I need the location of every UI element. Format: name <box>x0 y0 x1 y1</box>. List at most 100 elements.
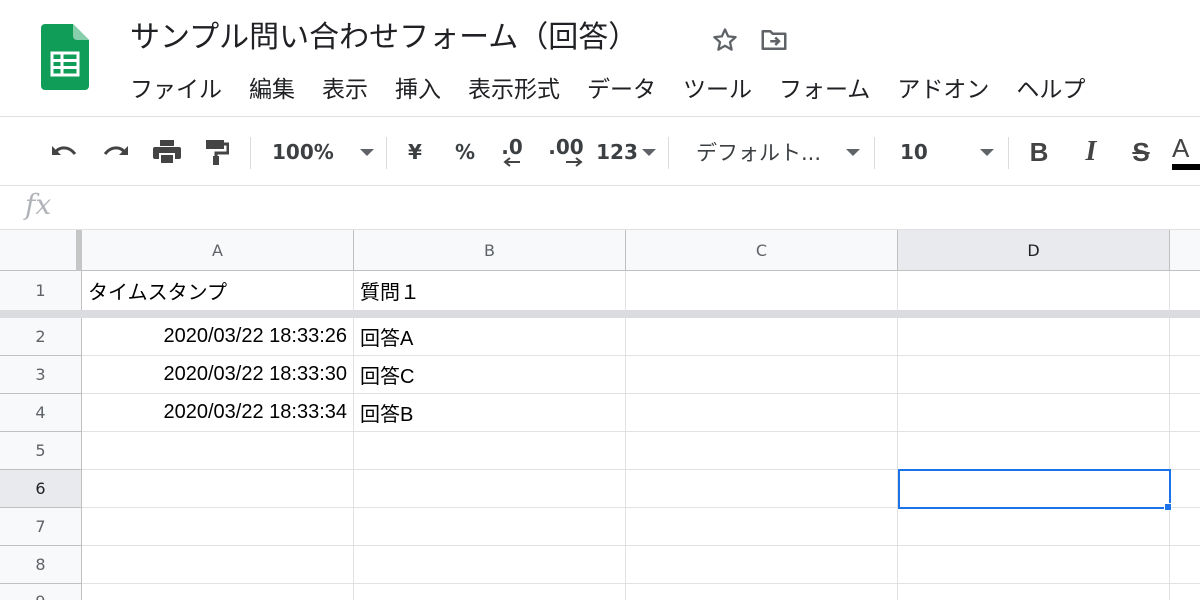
cell-e6[interactable] <box>1170 470 1200 508</box>
cell-e5[interactable] <box>1170 432 1200 470</box>
cell-b8[interactable] <box>354 546 626 584</box>
currency-button[interactable]: ¥ <box>400 117 430 187</box>
text-color-button[interactable]: A <box>1172 117 1200 187</box>
column-header-d[interactable]: D <box>898 230 1170 271</box>
select-all-corner[interactable] <box>0 230 82 271</box>
cell-d3[interactable] <box>898 356 1170 394</box>
menu-view[interactable]: 表示 <box>322 72 368 108</box>
cell-c4[interactable] <box>626 394 898 432</box>
column-header-a[interactable]: A <box>82 230 354 271</box>
strikethrough-button[interactable]: S <box>1126 117 1156 187</box>
decrease-decimal-button[interactable]: .0 <box>494 117 530 187</box>
cell-a7[interactable] <box>82 508 354 546</box>
cell-b3[interactable]: 回答C <box>354 356 626 394</box>
menu-form[interactable]: フォーム <box>779 72 870 108</box>
cell-d8[interactable] <box>898 546 1170 584</box>
increase-decimal-button[interactable]: .00 <box>546 117 586 187</box>
cell-e3[interactable] <box>1170 356 1200 394</box>
cell-a5[interactable] <box>82 432 354 470</box>
move-folder-icon[interactable] <box>758 25 790 55</box>
cell-e2[interactable] <box>1170 318 1200 356</box>
row-header-3[interactable]: 3 <box>0 356 82 394</box>
chevron-down-icon <box>980 148 994 156</box>
row-header-2[interactable]: 2 <box>0 318 82 356</box>
font-size-select[interactable]: 10 <box>900 117 994 187</box>
document-title[interactable]: サンプル問い合わせフォーム（回答） <box>130 16 638 60</box>
cell-c5[interactable] <box>626 432 898 470</box>
cell-d4[interactable] <box>898 394 1170 432</box>
cell-c2[interactable] <box>626 318 898 356</box>
fx-icon: fx <box>25 188 52 221</box>
undo-icon[interactable] <box>46 117 82 187</box>
menu-tools[interactable]: ツール <box>683 72 752 108</box>
cell-d1[interactable] <box>898 271 1170 311</box>
column-header-c[interactable]: C <box>626 230 898 271</box>
print-icon[interactable] <box>150 117 184 187</box>
column-header-e[interactable] <box>1170 230 1200 271</box>
row-header-7[interactable]: 7 <box>0 508 82 546</box>
menu-format[interactable]: 表示形式 <box>468 72 560 108</box>
column-header-b[interactable]: B <box>354 230 626 271</box>
bold-button[interactable]: B <box>1024 117 1054 187</box>
cell-a9[interactable] <box>82 584 354 600</box>
formula-bar[interactable]: fx <box>0 186 1200 230</box>
row-header-8[interactable]: 8 <box>0 546 82 584</box>
fill-handle[interactable] <box>1164 503 1172 511</box>
toolbar: 100% ¥ % .0 .00 123 デフォルト... 10 B I S A <box>0 116 1200 186</box>
cell-e7[interactable] <box>1170 508 1200 546</box>
cell-e4[interactable] <box>1170 394 1200 432</box>
freeze-row-handle[interactable] <box>0 310 1200 318</box>
menu-help[interactable]: ヘルプ <box>1016 72 1085 108</box>
cell-a2[interactable]: 2020/03/22 18:33:26 <box>82 318 354 356</box>
cell-a1[interactable]: タイムスタンプ <box>82 271 354 311</box>
cell-d7[interactable] <box>898 508 1170 546</box>
row-header-6[interactable]: 6 <box>0 470 82 508</box>
menu-data[interactable]: データ <box>587 72 656 108</box>
menu-file[interactable]: ファイル <box>130 72 222 108</box>
row-header-5[interactable]: 5 <box>0 432 82 470</box>
cell-d2[interactable] <box>898 318 1170 356</box>
cell-c9[interactable] <box>626 584 898 600</box>
cell-c7[interactable] <box>626 508 898 546</box>
menu-addons[interactable]: アドオン <box>897 72 989 108</box>
sheets-logo-icon[interactable] <box>41 24 89 90</box>
cell-b9[interactable] <box>354 584 626 600</box>
italic-icon: I <box>1085 136 1097 167</box>
cell-b6[interactable] <box>354 470 626 508</box>
redo-icon[interactable] <box>98 117 134 187</box>
cell-b4[interactable]: 回答B <box>354 394 626 432</box>
cell-e9[interactable] <box>1170 584 1200 600</box>
cell-a8[interactable] <box>82 546 354 584</box>
percent-label: % <box>454 140 476 164</box>
number-format-select[interactable]: 123 <box>596 117 656 187</box>
cell-c8[interactable] <box>626 546 898 584</box>
star-icon[interactable] <box>710 25 740 55</box>
menu-edit[interactable]: 編集 <box>249 72 295 108</box>
cell-b5[interactable] <box>354 432 626 470</box>
cell-e8[interactable] <box>1170 546 1200 584</box>
cell-b1[interactable]: 質問１ <box>354 271 626 311</box>
cell-c3[interactable] <box>626 356 898 394</box>
row-header-4[interactable]: 4 <box>0 394 82 432</box>
cell-b7[interactable] <box>354 508 626 546</box>
cell-b2[interactable]: 回答A <box>354 318 626 356</box>
cell-c6[interactable] <box>626 470 898 508</box>
cell-c1[interactable] <box>626 271 898 311</box>
cell-a3[interactable]: 2020/03/22 18:33:30 <box>82 356 354 394</box>
percent-button[interactable]: % <box>450 117 480 187</box>
italic-button[interactable]: I <box>1076 117 1106 187</box>
font-select[interactable]: デフォルト... <box>696 117 860 187</box>
text-color-swatch <box>1172 164 1200 170</box>
cell-e1[interactable] <box>1170 271 1200 311</box>
cell-d9[interactable] <box>898 584 1170 600</box>
cell-a4[interactable]: 2020/03/22 18:33:34 <box>82 394 354 432</box>
cell-d5[interactable] <box>898 432 1170 470</box>
menu-insert[interactable]: 挿入 <box>395 72 441 108</box>
row-header-9[interactable]: 9 <box>0 584 82 600</box>
zoom-select[interactable]: 100% <box>272 117 374 187</box>
spreadsheet-grid[interactable]: A B C D 1 タイムスタンプ 質問１ 2 2020/03/22 18:33… <box>0 230 1200 600</box>
cell-a6[interactable] <box>82 470 354 508</box>
row-header-1[interactable]: 1 <box>0 271 82 311</box>
active-cell-selection[interactable] <box>898 469 1171 509</box>
paint-format-icon[interactable] <box>200 117 232 187</box>
